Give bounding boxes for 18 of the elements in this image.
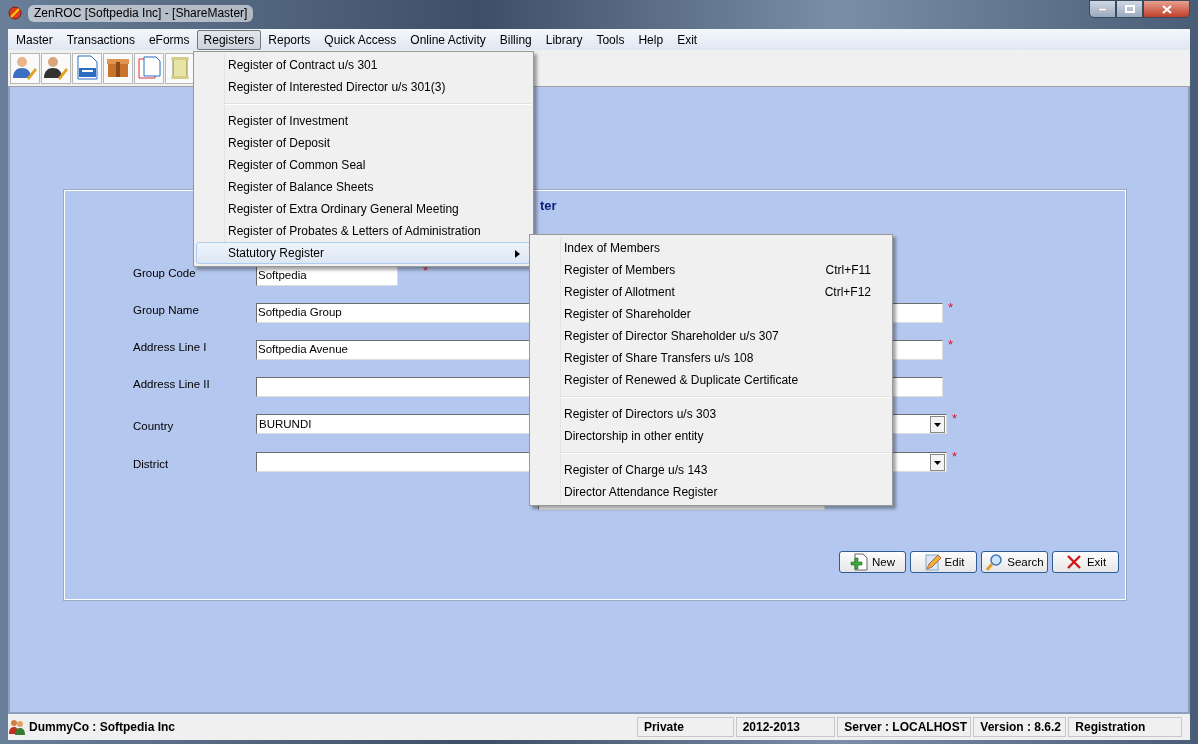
form-title: ter <box>540 197 558 215</box>
window-title: ZenROC [Softpedia Inc] - [ShareMaster] <box>28 4 254 22</box>
status-cell: Server : LOCALHOST <box>837 717 972 737</box>
field-label: District <box>133 458 170 470</box>
field-label: Country <box>133 420 175 432</box>
required-mark: * <box>948 339 955 350</box>
status-text: DummyCo : Softpedia Inc <box>29 720 175 734</box>
field-label: Address Line I <box>133 340 208 353</box>
status-cell: Private <box>636 717 734 737</box>
field-label: Group Code <box>133 266 197 279</box>
field-label: Address Line II <box>133 377 211 390</box>
status-cell: 2012-2013 <box>735 717 836 737</box>
required-mark: * <box>952 452 959 462</box>
field-label: Group Name <box>133 303 200 316</box>
required-mark: * <box>948 302 955 313</box>
status-cell: Version : 8.6.2 <box>973 717 1067 737</box>
status-cell: Registration <box>1068 717 1182 737</box>
required-mark: * <box>952 414 959 424</box>
